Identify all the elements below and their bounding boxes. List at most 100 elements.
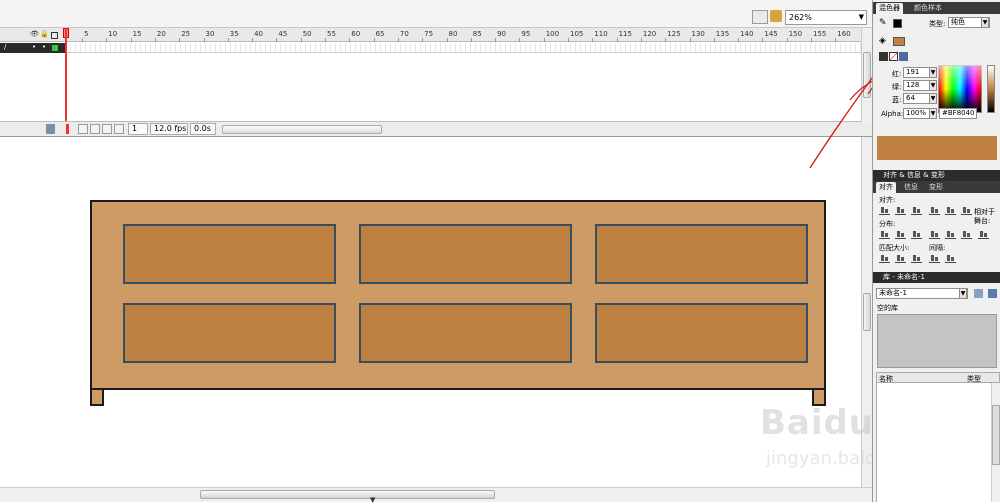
align-h-center-icon[interactable] (895, 206, 906, 215)
edit-symbol-icon[interactable] (770, 10, 782, 22)
ruler-tick (640, 38, 642, 42)
edit-multiple-frames-icon[interactable] (114, 124, 124, 134)
chevron-down-icon[interactable]: ▼ (929, 67, 937, 78)
layer-color-icon[interactable] (52, 45, 58, 51)
align-tabbar: 对齐 信息 变形 (873, 181, 1000, 193)
align-left-icon[interactable] (879, 206, 890, 215)
bucket-icon[interactable]: ◈ (879, 36, 886, 46)
onion-skin-icon[interactable] (90, 124, 100, 134)
cabinet-panel[interactable] (595, 303, 808, 363)
chevron-down-icon[interactable]: ▼ (929, 93, 937, 104)
color-preview-swatch (877, 136, 997, 160)
cabinet-panel[interactable] (359, 303, 572, 363)
distribute-left-icon[interactable] (929, 230, 940, 239)
distribute-h-center-icon[interactable] (945, 230, 956, 239)
tab-info[interactable]: 信息 (901, 182, 921, 193)
cabinet-panel[interactable] (359, 224, 572, 284)
space-h-icon[interactable] (945, 254, 956, 263)
center-frame-icon[interactable] (78, 124, 88, 134)
hex-input[interactable]: #BF8040 (939, 108, 977, 119)
library-panel-header[interactable]: 库 - 未命名-1 (873, 272, 1000, 283)
dot-icon[interactable]: • (42, 43, 46, 51)
alpha-input[interactable]: 100% (903, 108, 931, 119)
distribute-right-icon[interactable] (961, 230, 972, 239)
chevron-down-icon[interactable]: ▼ (981, 17, 989, 28)
blue-input[interactable]: 64 (903, 93, 931, 104)
tab-align[interactable]: 对齐 (876, 182, 896, 193)
new-library-panel-icon[interactable] (988, 289, 997, 298)
ruler-label: 125 (667, 30, 681, 38)
blue-label: 蓝: (892, 96, 902, 104)
lock-icon[interactable]: 🔒 (40, 30, 49, 38)
cabinet-shape[interactable] (90, 200, 826, 390)
align-bottom-icon[interactable] (961, 206, 972, 215)
distribute-v-center-icon[interactable] (895, 230, 906, 239)
layer-row[interactable]: / • • (0, 43, 66, 53)
tab-color-swatches[interactable]: 颜色样本 (911, 3, 945, 14)
cabinet-panel[interactable] (123, 303, 336, 363)
ruler-label: 25 (181, 30, 191, 38)
timeline-status-bar: 1 12.0 fps 0.0s (0, 121, 872, 136)
align-right-icon[interactable] (911, 206, 922, 215)
pencil-icon[interactable]: ✎ (879, 18, 887, 28)
no-color-icon[interactable] (889, 52, 898, 61)
ruler-tick (713, 38, 715, 42)
ruler-tick (276, 38, 278, 42)
ruler-label: 95 (521, 30, 531, 38)
library-vertical-scrollbar[interactable] (991, 383, 1000, 502)
eye-icon[interactable]: 👁 (30, 30, 39, 38)
cabinet-panel[interactable] (595, 224, 808, 284)
distribute-bottom-icon[interactable] (911, 230, 922, 239)
default-colors-icon[interactable] (879, 52, 888, 61)
edit-bar: 262% ▼ (0, 0, 872, 28)
frame-ruler[interactable]: 5 10 15 20 25 30 35 40 45 50 55 60 65 70 75 80 85 90 95 100… (66, 28, 862, 42)
tab-color-mixer[interactable]: 混色器 (876, 3, 903, 14)
right-panel: 混色器 颜色样本 ✎ 类型: 纯色 ▼ ◈ 红: 191 ▼ 绿: 128 ▼ … (872, 0, 1000, 502)
library-document-select[interactable]: 未命名-1 (876, 288, 968, 299)
outline-icon[interactable] (51, 32, 58, 39)
match-both-icon[interactable] (911, 254, 922, 263)
swap-colors-icon[interactable] (899, 52, 908, 61)
ruler-tick (811, 38, 812, 42)
ruler-label: 155 (813, 30, 827, 38)
frames-strip[interactable] (66, 43, 862, 53)
onion-outline-icon[interactable] (102, 124, 112, 134)
green-input[interactable]: 128 (903, 80, 931, 91)
cabinet-leg-left[interactable] (90, 388, 104, 406)
ruler-tick (179, 38, 181, 42)
ruler-tick (82, 38, 83, 42)
match-height-icon[interactable] (895, 254, 906, 263)
scroll-thumb[interactable] (863, 52, 871, 98)
scroll-thumb[interactable] (863, 293, 871, 331)
edit-scene-button[interactable] (752, 10, 768, 24)
frame-rate[interactable]: 12.0 fps (150, 123, 188, 135)
chevron-down-icon[interactable]: ▼ (929, 80, 937, 91)
space-v-icon[interactable] (929, 254, 940, 263)
library-item-list[interactable] (876, 383, 1000, 502)
scroll-thumb[interactable] (200, 490, 495, 499)
fill-color-icon[interactable] (893, 37, 905, 46)
align-top-icon[interactable] (929, 206, 940, 215)
scroll-thumb[interactable] (992, 405, 1000, 465)
zoom-select[interactable]: 262% ▼ (785, 10, 867, 25)
stroke-color-icon[interactable] (893, 19, 902, 28)
timeline-horizontal-scrollbar[interactable] (222, 125, 382, 134)
ruler-tick (397, 38, 399, 42)
red-input[interactable]: 191 (903, 67, 931, 78)
stage-horizontal-scrollbar[interactable]: ▼ (0, 487, 872, 504)
dot-icon[interactable]: • (32, 43, 36, 51)
brightness-slider[interactable] (987, 65, 995, 113)
match-width-icon[interactable] (879, 254, 890, 263)
align-v-center-icon[interactable] (945, 206, 956, 215)
cabinet-panel[interactable] (123, 224, 336, 284)
timeline-vertical-scrollbar[interactable] (861, 28, 872, 122)
chevron-down-icon[interactable]: ▼ (929, 108, 937, 119)
distribute-top-icon[interactable] (879, 230, 890, 239)
tab-transform[interactable]: 变形 (926, 182, 946, 193)
library-preview (877, 314, 997, 368)
align-panel-header[interactable]: 对齐 & 信息 & 变形 (873, 170, 1000, 181)
to-stage-icon[interactable] (978, 230, 989, 239)
pin-library-icon[interactable] (974, 289, 983, 298)
trash-icon[interactable] (46, 124, 55, 134)
chevron-down-icon[interactable]: ▼ (959, 288, 967, 299)
